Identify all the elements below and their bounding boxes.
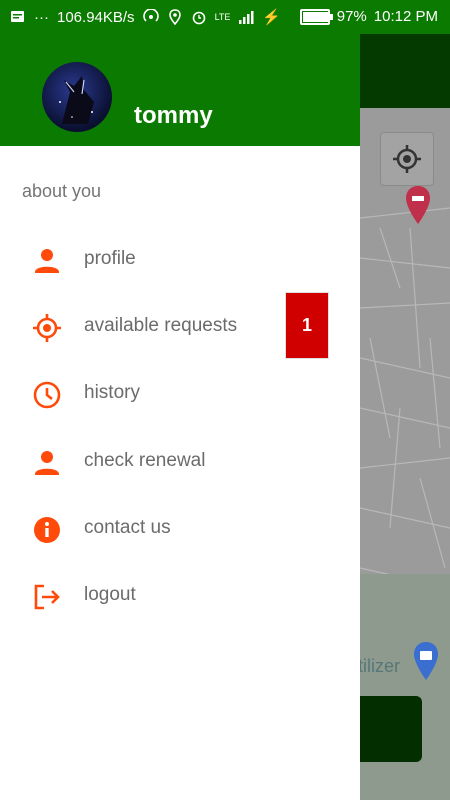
person-icon	[35, 451, 59, 475]
clock-time: 10:12 PM	[373, 8, 438, 25]
hotspot-icon	[142, 9, 159, 22]
map-place-label: tilizer	[360, 656, 401, 676]
menu-item-profile[interactable]: profile	[0, 232, 360, 288]
charging-icon: ⚡	[262, 9, 282, 26]
navigation-drawer: tommy about you profile available reques…	[0, 34, 360, 800]
person-icon	[35, 249, 59, 273]
section-title: about you	[22, 181, 102, 201]
avatar-image-icon	[59, 76, 94, 124]
shop-pin-icon[interactable]	[412, 640, 440, 682]
menu-item-check-renewal[interactable]: check renewal	[0, 434, 360, 490]
target-icon	[33, 314, 61, 342]
location-icon	[168, 9, 181, 25]
menu-item-contact-us[interactable]: contact us	[0, 501, 360, 557]
map-park-area	[360, 574, 450, 800]
menu-item-history[interactable]: history	[0, 366, 360, 422]
alarm-icon	[192, 11, 205, 25]
more-icon: ···	[34, 8, 49, 26]
app-toolbar	[360, 34, 450, 108]
network-speed: 106.94KB/s	[57, 8, 135, 26]
menu-item-label: history	[84, 382, 140, 403]
map-action-button[interactable]	[360, 696, 422, 762]
requests-count-badge[interactable]: 1	[285, 292, 329, 359]
battery-percent: 97%	[336, 8, 367, 25]
hotel-pin-icon[interactable]	[404, 184, 432, 226]
battery-icon	[299, 8, 333, 25]
network-type: LTE	[214, 11, 231, 22]
status-bar: ··· 106.94KB/s LTE ⚡ 97% 10:12 PM	[0, 0, 450, 34]
drawer-header: tommy	[0, 34, 360, 146]
avatar[interactable]	[42, 62, 112, 132]
username: tommy	[134, 102, 213, 129]
menu-item-logout[interactable]: logout	[0, 568, 360, 624]
logout-icon	[34, 584, 60, 610]
my-location-icon	[393, 145, 421, 173]
info-icon	[34, 517, 60, 543]
menu-item-label: profile	[84, 248, 136, 269]
menu-item-label: logout	[84, 584, 136, 605]
map-view[interactable]: tilizer	[360, 34, 450, 800]
menu-item-label: check renewal	[84, 450, 206, 471]
clock-icon	[33, 381, 61, 409]
menu-item-label: contact us	[84, 517, 171, 538]
signal-icon	[239, 11, 254, 24]
menu-item-label: available requests	[84, 315, 238, 336]
notification-icon	[11, 11, 24, 22]
my-location-button[interactable]	[380, 132, 434, 186]
